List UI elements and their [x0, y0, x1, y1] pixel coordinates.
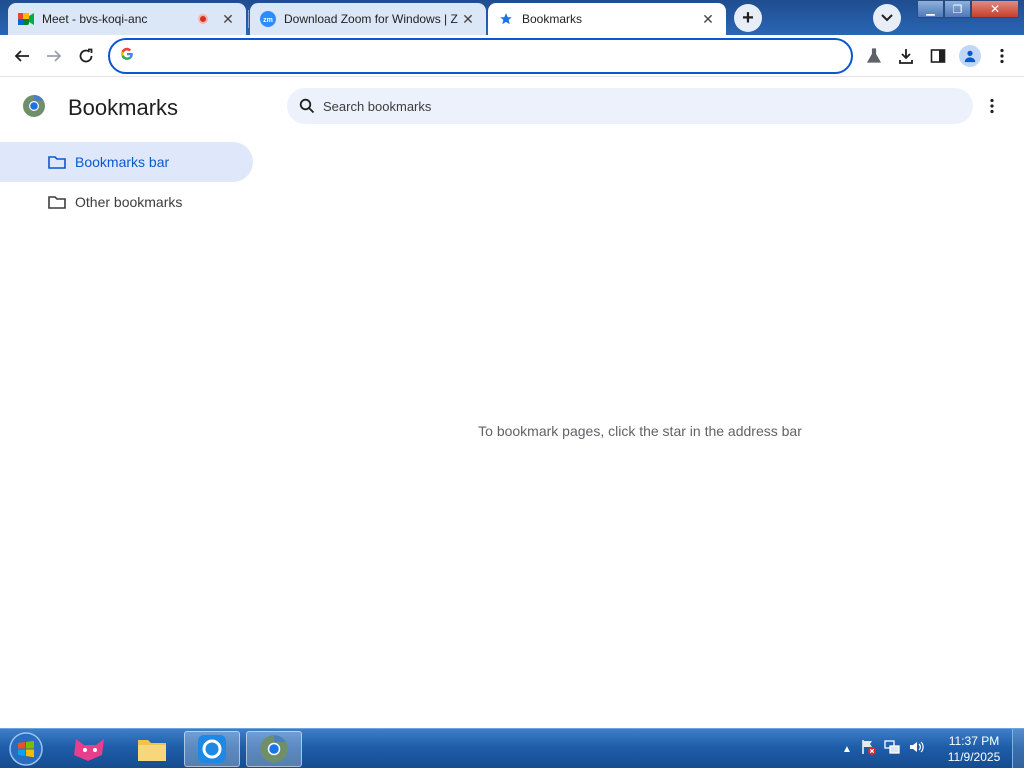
sidebar-item-other-bookmarks[interactable]: Other bookmarks	[0, 182, 253, 222]
chrome-logo-icon	[260, 735, 288, 763]
search-icon	[299, 98, 315, 114]
chrome-menu-button[interactable]	[989, 43, 1015, 69]
close-tab-icon[interactable]: ✕	[700, 11, 716, 27]
bookmarks-page: Bookmarks Bookmarks bar Other bookmarks …	[0, 78, 1024, 728]
show-desktop-button[interactable]	[1012, 729, 1024, 768]
avatar	[959, 45, 981, 67]
arrow-left-icon	[14, 50, 29, 62]
taskbar-app-explorer[interactable]	[124, 731, 180, 767]
address-bar[interactable]	[108, 38, 853, 74]
taskbar-app-cat[interactable]	[62, 731, 118, 767]
bookmarks-menu-button[interactable]	[982, 95, 1002, 117]
back-button[interactable]	[9, 43, 35, 69]
browser-toolbar	[0, 35, 1024, 77]
search-bookmarks-box[interactable]	[287, 88, 973, 124]
google-meet-icon	[18, 11, 34, 27]
tab-title: Bookmarks	[522, 12, 583, 26]
system-tray: ▲	[842, 735, 924, 763]
sidebar-item-label: Bookmarks bar	[75, 154, 170, 170]
maximize-button[interactable]: ❐	[944, 0, 971, 18]
cat-app-icon	[74, 739, 104, 761]
folder-icon	[48, 154, 66, 170]
search-bookmarks-input[interactable]	[323, 98, 973, 114]
downloads-button[interactable]	[893, 43, 919, 69]
action-center-flag-icon[interactable]	[860, 739, 876, 760]
taskbar-app-sync[interactable]	[184, 731, 240, 767]
tab-title: Download Zoom for Windows | Z	[284, 12, 458, 26]
labs-button[interactable]	[861, 43, 887, 69]
sync-app-icon	[198, 735, 226, 763]
chevron-down-icon	[881, 14, 893, 22]
new-tab-button[interactable]: +	[734, 4, 762, 32]
svg-text:zm: zm	[263, 17, 273, 24]
folder-icon	[138, 740, 166, 761]
recording-indicator-icon	[198, 14, 208, 24]
side-panel-button[interactable]	[925, 43, 951, 69]
kebab-menu-icon	[990, 98, 994, 114]
network-icon[interactable]	[884, 739, 900, 760]
close-window-button[interactable]: ✕	[971, 0, 1019, 18]
close-tab-icon[interactable]: ✕	[220, 11, 236, 27]
side-panel-icon	[930, 49, 946, 63]
tab-title: Meet - bvs-koqi-anc	[42, 12, 148, 26]
address-input[interactable]	[142, 48, 851, 64]
clock-time: 11:37 PM	[948, 734, 1000, 748]
tab-separator	[248, 10, 249, 28]
show-hidden-icons-button[interactable]: ▲	[842, 744, 852, 755]
zoom-icon: zm	[260, 11, 276, 27]
folder-icon	[48, 194, 66, 210]
star-icon	[498, 11, 514, 27]
google-g-icon	[120, 47, 134, 66]
kebab-menu-icon	[1000, 48, 1004, 64]
tab-zoom[interactable]: zm Download Zoom for Windows | Z ✕	[250, 3, 486, 35]
arrow-right-icon	[47, 50, 62, 62]
profile-button[interactable]	[957, 43, 983, 69]
forward-button[interactable]	[41, 43, 67, 69]
sidebar-item-bookmarks-bar[interactable]: Bookmarks bar	[0, 142, 253, 182]
volume-icon[interactable]	[908, 739, 924, 760]
windows-logo-icon	[9, 732, 43, 766]
tab-meet[interactable]: Meet - bvs-koqi-anc ✕	[8, 3, 246, 35]
taskbar-app-chrome[interactable]	[246, 731, 302, 767]
close-tab-icon[interactable]: ✕	[460, 11, 476, 27]
minimize-button[interactable]: ▁	[917, 0, 944, 18]
flask-icon	[866, 48, 882, 63]
page-title: Bookmarks	[68, 95, 179, 120]
person-icon	[964, 50, 976, 63]
reload-button[interactable]	[73, 43, 99, 69]
tab-strip: Meet - bvs-koqi-anc ✕ zm Download Zoom f…	[0, 0, 1024, 35]
download-icon	[899, 49, 913, 64]
reload-icon	[79, 48, 93, 63]
chrome-logo-icon	[22, 94, 46, 118]
tab-bookmarks[interactable]: Bookmarks ✕	[488, 3, 726, 35]
tab-search-button[interactable]	[873, 4, 901, 32]
start-button[interactable]	[6, 731, 46, 767]
clock-date: 11/9/2025	[947, 750, 1001, 764]
sidebar-item-label: Other bookmarks	[75, 194, 183, 210]
taskbar-clock[interactable]: 11:37 PM 11/9/2025	[940, 733, 1008, 765]
empty-state-message: To bookmark pages, click the star in the…	[478, 423, 802, 439]
window-controls: ▁ ❐ ✕	[917, 0, 1024, 20]
windows-taskbar: ▲ 11:37 PM 11/9/2025	[0, 728, 1024, 768]
